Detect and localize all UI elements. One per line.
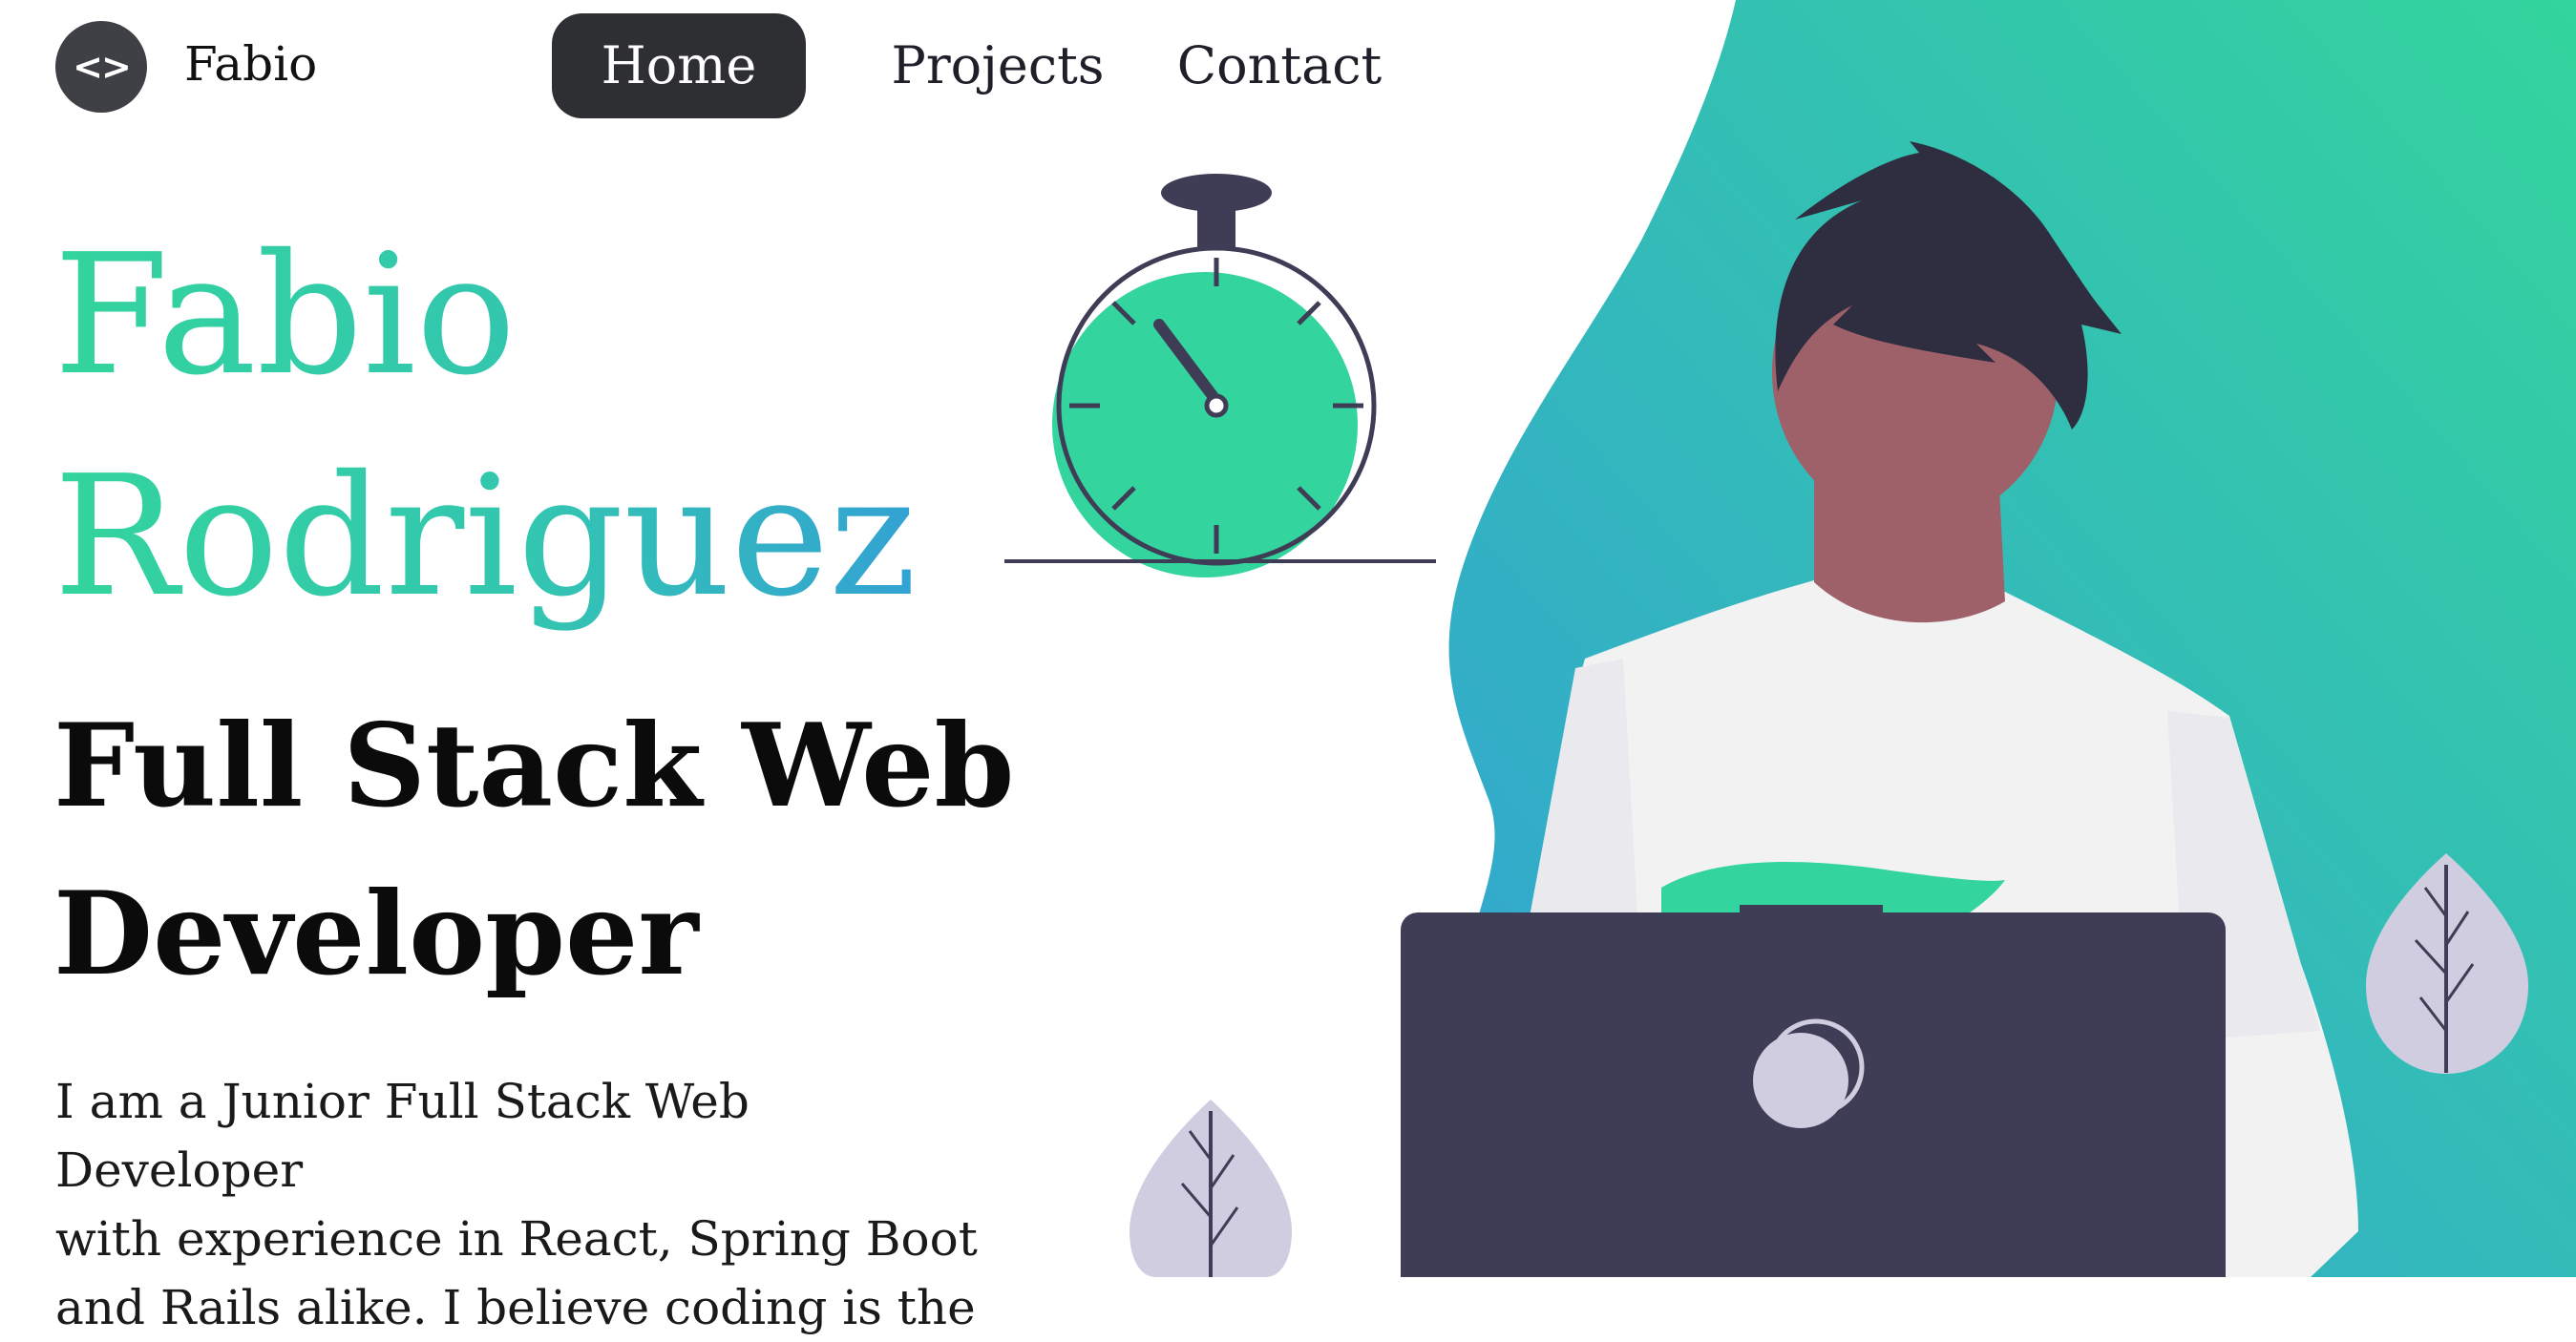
nav-contact-link[interactable]: Contact <box>1174 13 1384 118</box>
nav-home-link[interactable]: Home <box>552 13 806 118</box>
hero-bio: I am a Junior Full Stack Web Developer w… <box>55 1067 1010 1342</box>
hero-bio-line2: with experience in React, Spring Boot <box>55 1211 978 1267</box>
hero-role-line2: Developer <box>53 867 699 1001</box>
hero-bio-line3: and Rails alike. I believe coding is the <box>55 1280 976 1335</box>
logo-code-icon[interactable]: <> <box>55 21 147 113</box>
nav-projects-link[interactable]: Projects <box>883 13 1112 118</box>
hero-bio-line1: I am a Junior Full Stack Web Developer <box>55 1074 750 1198</box>
hero-name-last: Rodriguez <box>53 440 918 634</box>
hero-role: Full Stack Web Developer <box>53 682 1014 1018</box>
top-navbar: <> Fabio Home Projects Contact <box>0 0 1528 134</box>
laptop-icon <box>1401 905 2226 1277</box>
brand-name[interactable]: Fabio <box>184 36 317 92</box>
hero-name: Fabio Rodriguez <box>53 205 917 648</box>
leaf-icon <box>1130 1100 1292 1277</box>
stopwatch-icon <box>1004 174 1436 577</box>
hero-name-first: Fabio <box>53 219 517 412</box>
hero-role-line1: Full Stack Web <box>53 699 1015 833</box>
